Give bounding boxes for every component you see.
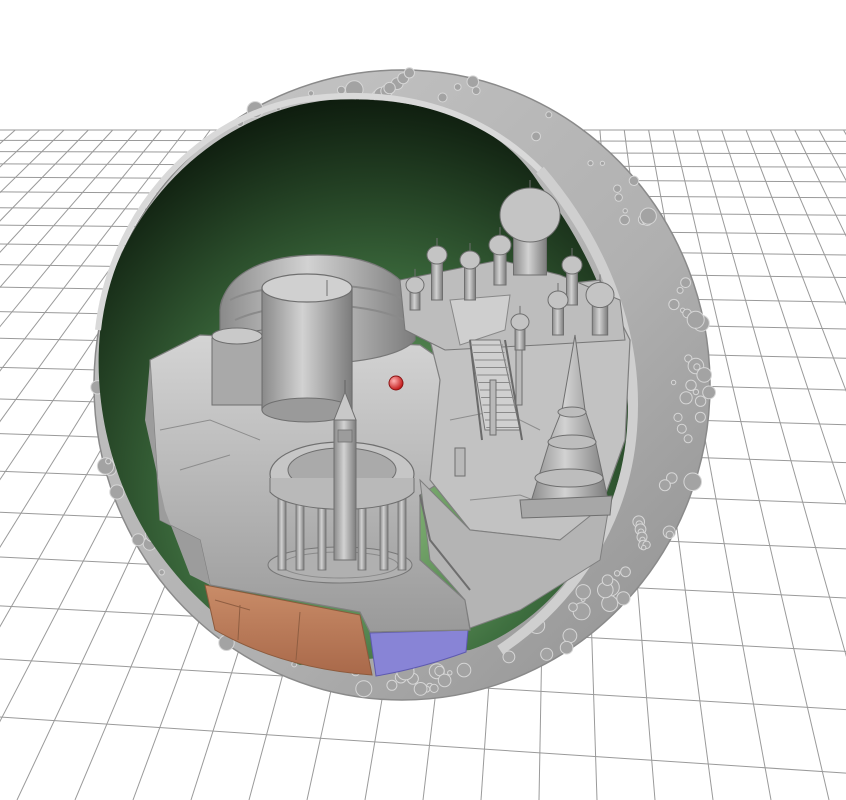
selection-marker[interactable] <box>388 375 404 391</box>
3d-viewport[interactable] <box>0 0 846 800</box>
cylinder-tower[interactable] <box>261 273 353 423</box>
scene-canvas[interactable] <box>0 0 846 800</box>
side-annex[interactable] <box>211 327 263 406</box>
